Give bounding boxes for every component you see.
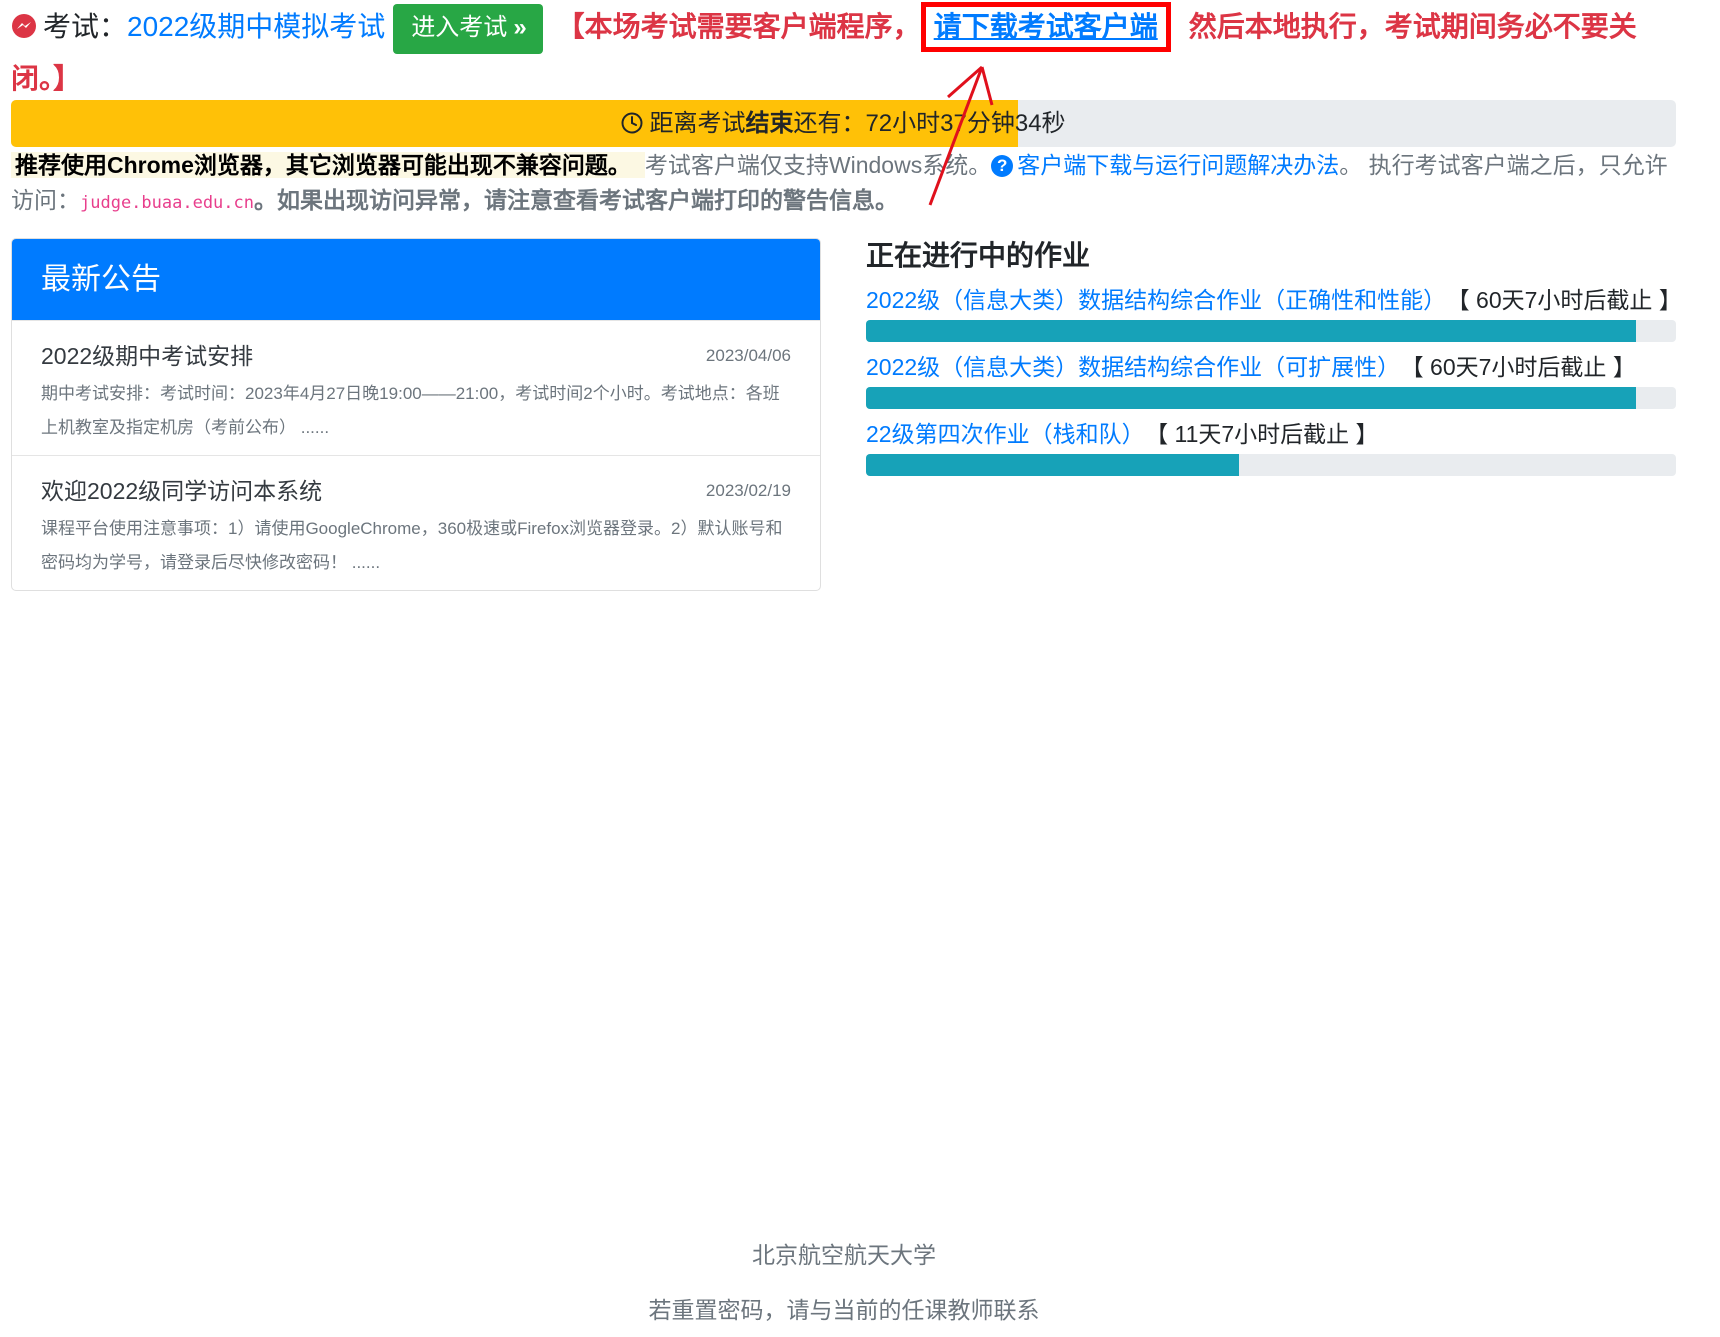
exam-prefix: 考试： [43,11,128,42]
announcement-date: 2023/02/19 [705,481,791,500]
exam-name-link[interactable]: 2022级期中模拟考试 [127,11,385,42]
homework-deadline: 【 11天7小时后截止 】 [1156,421,1379,447]
homework-item: 2022级（信息大类）数据结构综合作业（可扩展性） 【 60天7小时后截止 】 [866,349,1676,409]
access-warning: 。如果出现访问异常，请注意查看考试客户端打印的警告信息。 [254,187,898,213]
browser-tip: 推荐使用Chrome浏览器，其它浏览器可能出现不兼容问题。 [11,152,645,178]
messenger-icon [12,14,36,38]
homework-link[interactable]: 22级第四次作业（栈和队） [866,421,1145,447]
countdown-text-before: 距离考试 [649,110,746,137]
homework-progress-bar [866,454,1676,476]
announcement-title[interactable]: 欢迎2022级同学访问本系统 [41,474,792,508]
announcements-header: 最新公告 [12,239,820,320]
announcement-item[interactable]: 2022级期中考试安排 2023/04/06 期中考试安排：考试时间：2023年… [12,320,820,455]
homework-progress-fill [866,320,1636,342]
homework-link[interactable]: 2022级（信息大类）数据结构综合作业（可扩展性） [866,354,1400,380]
homework-item: 22级第四次作业（栈和队） 【 11天7小时后截止 】 [866,416,1676,476]
announcement-body: 课程平台使用注意事项：1）请使用GoogleChrome，360极速或Firef… [41,519,783,572]
browser-notice: 推荐使用Chrome浏览器，其它浏览器可能出现不兼容问题。 考试客户端仅支持Win… [11,148,1671,221]
homework-deadline: 【 60天7小时后截止 】 [1458,287,1682,313]
client-warning-start: 【本场考试需要客户端程序， [556,11,921,42]
announcement-date: 2023/04/06 [705,346,791,365]
homework-progress-fill [866,454,1239,476]
announcements-card: 最新公告 2022级期中考试安排 2023/04/06 期中考试安排：考试时间：… [11,238,821,591]
announcement-item[interactable]: 欢迎2022级同学访问本系统 2023/02/19 课程平台使用注意事项：1）请… [12,455,820,590]
double-chevron-right-icon: » [513,14,527,41]
download-client-link[interactable]: 请下载考试客户端 [934,11,1158,42]
annotation-arrow [928,65,994,206]
countdown-progress-bar: 距离考试结束还有：72小时37分钟34秒 [11,100,1676,147]
exam-banner: 考试：2022级期中模拟考试 进入考试» 【本场考试需要客户端程序， 请下载考试客户端… [11,2,1691,104]
download-highlight-box: 请下载考试客户端 [920,2,1171,52]
enter-exam-label: 进入考试 [411,14,508,41]
announcement-title[interactable]: 2022级期中考试安排 [41,339,792,373]
allowed-domain: judge.buaa.edu.cn [80,193,254,213]
countdown-label: 距离考试结束还有：72小时37分钟34秒 [11,100,1676,147]
homework-item: 2022级（信息大类）数据结构综合作业（正确性和性能） 【 60天7小时后截止 】 [866,282,1682,342]
clock-icon [621,112,643,134]
countdown-text-bold: 结束 [745,110,794,137]
homework-progress-fill [866,387,1636,409]
homework-deadline: 【 60天7小时后截止 】 [1412,354,1636,380]
homework-progress-bar [866,320,1676,342]
announcement-body: 期中考试安排：考试时间：2023年4月27日晚19:00——21:00，考试时间… [41,384,780,437]
help-link[interactable]: ? 客户端下载与运行问题解决办法 [991,152,1339,178]
homework-progress-bar [866,387,1676,409]
help-link-label: 客户端下载与运行问题解决办法 [1017,152,1340,178]
enter-exam-button[interactable]: 进入考试» [393,4,543,54]
footer-university: 北京航空航天大学 [752,1242,936,1268]
homework-link[interactable]: 2022级（信息大类）数据结构综合作业（正确性和性能） [866,287,1446,313]
footer-reset-tip: 若重置密码，请与当前的任课教师联系 [648,1297,1040,1323]
homework-section-title: 正在进行中的作业 [866,240,1091,271]
